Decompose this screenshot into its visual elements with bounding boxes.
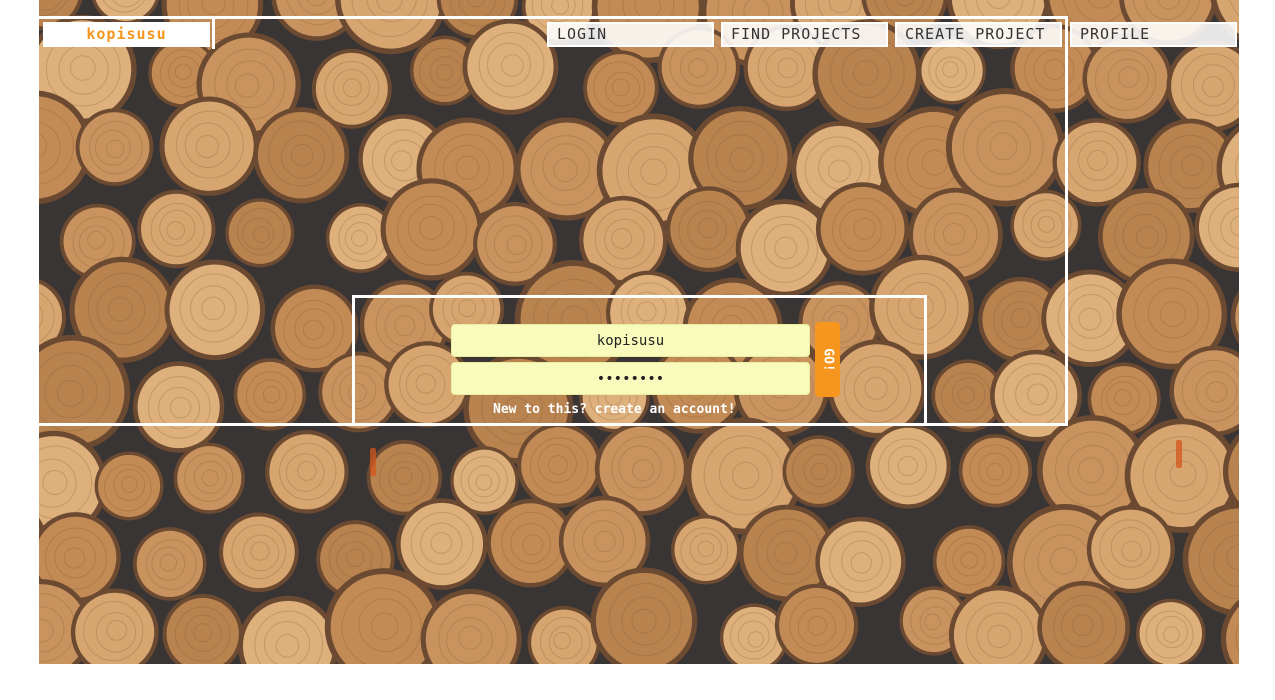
login-box-right	[924, 295, 927, 426]
log-marking-right	[1176, 440, 1182, 468]
frame-bottom-line	[39, 423, 1068, 426]
frame-top-line	[39, 16, 1067, 19]
log-marking-left	[370, 448, 376, 476]
username-input[interactable]	[451, 324, 810, 357]
login-box-left	[352, 295, 355, 426]
nav-login-button[interactable]: LOGIN	[547, 22, 714, 47]
go-button-label: GO!	[820, 347, 835, 372]
nav-create-project-button[interactable]: CREATE PROJECT	[895, 22, 1062, 47]
go-submit-button[interactable]: GO!	[815, 322, 840, 397]
frame-brand-divider	[212, 16, 215, 49]
nav-find-projects-button[interactable]: FIND PROJECTS	[721, 22, 888, 47]
nav-profile-button[interactable]: PROFILE	[1070, 22, 1237, 47]
frame-right-vertical	[1065, 16, 1068, 426]
create-account-link[interactable]: New to this? create an account!	[493, 402, 736, 417]
page-background: kopisusu LOGIN FIND PROJECTS CREATE PROJ…	[39, 0, 1239, 664]
brand-logo-button[interactable]: kopisusu	[43, 22, 210, 47]
login-box-top	[352, 295, 927, 298]
password-input[interactable]	[451, 362, 810, 395]
